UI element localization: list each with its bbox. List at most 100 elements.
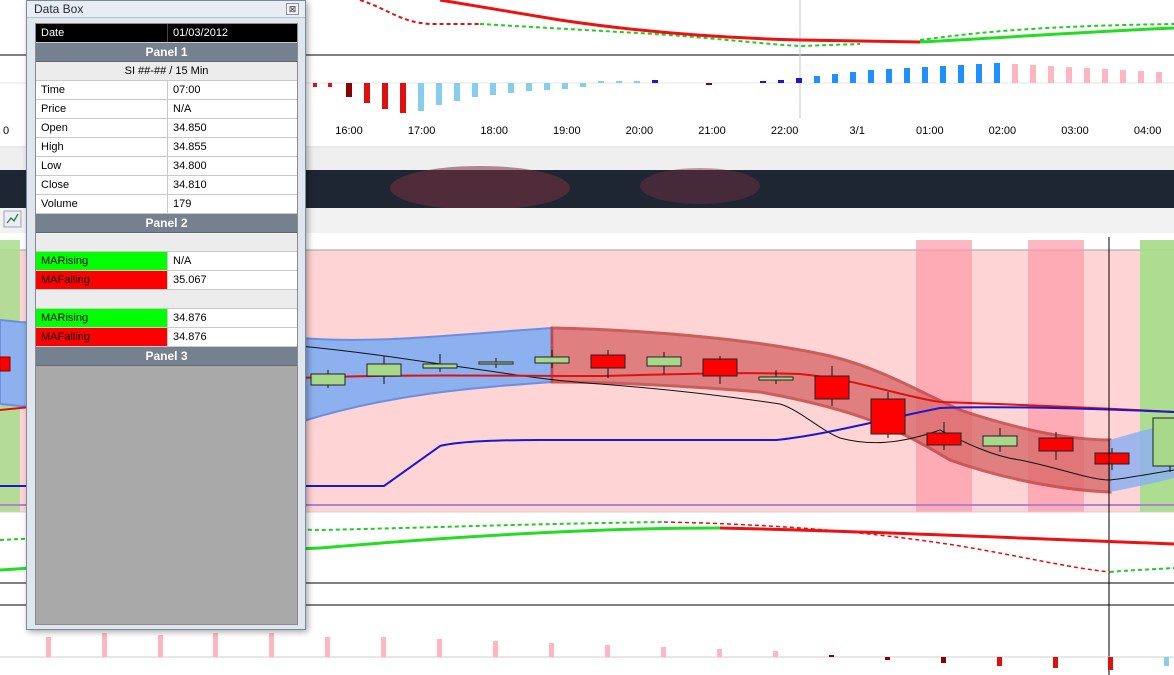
- header-band-art-2: [640, 168, 760, 204]
- panel2-spacer: [36, 233, 297, 252]
- histogram-bar: [562, 83, 568, 89]
- panel2-group1: MARising N/A MAFalling 35.067: [36, 252, 297, 290]
- date-value: 01/03/2012: [173, 27, 229, 39]
- top-green-dashed-line: [479, 23, 861, 48]
- histogram-bar: [904, 68, 910, 83]
- histogram-bar: [850, 72, 856, 83]
- candle-body: [646, 356, 682, 367]
- data-box-title: Data Box: [34, 2, 84, 16]
- histogram-bar: [832, 74, 838, 83]
- candle-body: [534, 356, 570, 364]
- histogram-bar: [381, 637, 386, 657]
- histogram-bar: [652, 80, 658, 83]
- histogram-bar: [940, 66, 946, 83]
- histogram-bar: [580, 83, 586, 87]
- ma-falling-label: MAFalling: [36, 271, 168, 289]
- histogram-bar: [454, 83, 460, 101]
- histogram-bar: [213, 633, 218, 657]
- candle-body: [870, 398, 906, 435]
- data-row: Price N/A: [36, 100, 297, 119]
- histogram-bar: [1108, 657, 1113, 670]
- data-row: Volume 179: [36, 195, 297, 214]
- histogram-bar: [490, 83, 496, 95]
- row-label: Close: [36, 176, 168, 194]
- row-label: High: [36, 138, 168, 156]
- close-icon[interactable]: ⊠: [286, 3, 299, 15]
- histogram-bar: [549, 643, 554, 657]
- bottom-histogram: [46, 633, 1169, 670]
- time-tick-label: 22:00: [770, 125, 799, 137]
- data-row: Time 07:00: [36, 81, 297, 100]
- histogram-bar: [814, 76, 820, 83]
- candle-body: [926, 432, 962, 446]
- histogram-bar: [760, 81, 766, 83]
- row-value: 07:00: [173, 84, 201, 96]
- histogram-bar: [328, 83, 332, 87]
- data-row: Low 34.800: [36, 157, 297, 176]
- histogram-bar: [886, 69, 892, 83]
- histogram-bar: [102, 633, 107, 657]
- histogram-bar: [778, 80, 784, 83]
- ma-rising-label: MARising: [36, 252, 168, 270]
- time-tick-label: 01:00: [916, 125, 944, 137]
- time-tick-label: 03:00: [1061, 125, 1089, 137]
- ma-rising-label: MARising: [36, 309, 168, 327]
- time-tick-label: 20:00: [625, 125, 654, 137]
- histogram-bar: [997, 657, 1002, 666]
- ma-row: MARising 34.876: [36, 309, 297, 328]
- panel1-header[interactable]: Panel 1: [36, 43, 297, 62]
- ma-falling-label: MAFalling: [36, 328, 168, 346]
- histogram-bar: [941, 657, 946, 663]
- top-red-solid-line: [439, 0, 921, 44]
- candle-body: [590, 354, 626, 369]
- instrument-label: SI ##-## / 15 Min: [36, 62, 297, 81]
- histogram-bar: [418, 83, 424, 111]
- panel2-group2: MARising 34.876 MAFalling 34.876: [36, 309, 297, 347]
- candle-body: [310, 373, 346, 386]
- data-box-window[interactable]: Data Box ⊠ Date 01/03/2012 Panel 1 SI ##…: [26, 0, 306, 630]
- data-row: High 34.855: [36, 138, 297, 157]
- top-green-dashed-line-2: [919, 23, 1174, 41]
- row-value: 34.855: [173, 141, 207, 153]
- data-row: Open 34.850: [36, 119, 297, 138]
- ma-row: MARising N/A: [36, 252, 297, 271]
- histogram-bar: [436, 83, 442, 105]
- histogram-bar: [46, 637, 51, 657]
- histogram-bar: [526, 83, 532, 91]
- data-box-titlebar[interactable]: Data Box ⊠: [27, 1, 305, 18]
- panel2-header[interactable]: Panel 2: [36, 214, 297, 233]
- panel3-header[interactable]: Panel 3: [36, 347, 297, 366]
- time-tick-label: 16:00: [335, 125, 363, 137]
- row-label: Price: [36, 100, 168, 118]
- candle-body: [814, 375, 850, 400]
- histogram-bar: [493, 641, 498, 657]
- histogram-bar: [885, 657, 890, 660]
- histogram-bar: [605, 645, 610, 657]
- row-label: Open: [36, 119, 168, 137]
- row-value: 34.850: [173, 122, 207, 134]
- histogram-bar: [508, 83, 514, 93]
- time-tick-label: 18:00: [480, 125, 508, 137]
- histogram-bar: [922, 67, 928, 83]
- row-value: 34.810: [173, 179, 207, 191]
- histogram-bar: [706, 83, 712, 85]
- histogram-bar: [1084, 68, 1090, 83]
- ma-falling-value: 35.067: [173, 274, 207, 286]
- histogram-bar: [598, 81, 604, 83]
- candle-body: [366, 363, 402, 377]
- ma-row: MAFalling 34.876: [36, 328, 297, 347]
- histogram-bar: [1156, 72, 1162, 83]
- row-label: Time: [36, 81, 168, 99]
- ma-rising-value: 34.876: [173, 312, 207, 324]
- row-value: 34.800: [173, 160, 207, 172]
- candle-body: [422, 363, 458, 369]
- chart-icon[interactable]: [3, 210, 22, 228]
- date-row: Date 01/03/2012: [36, 24, 297, 43]
- time-tick-label: 3/1: [849, 125, 865, 137]
- histogram-bar: [1138, 71, 1144, 83]
- histogram-bar: [325, 637, 330, 657]
- histogram-bar: [1012, 64, 1018, 83]
- histogram-bar: [1053, 657, 1058, 668]
- histogram-bar: [364, 83, 370, 103]
- histogram-bar: [269, 633, 274, 657]
